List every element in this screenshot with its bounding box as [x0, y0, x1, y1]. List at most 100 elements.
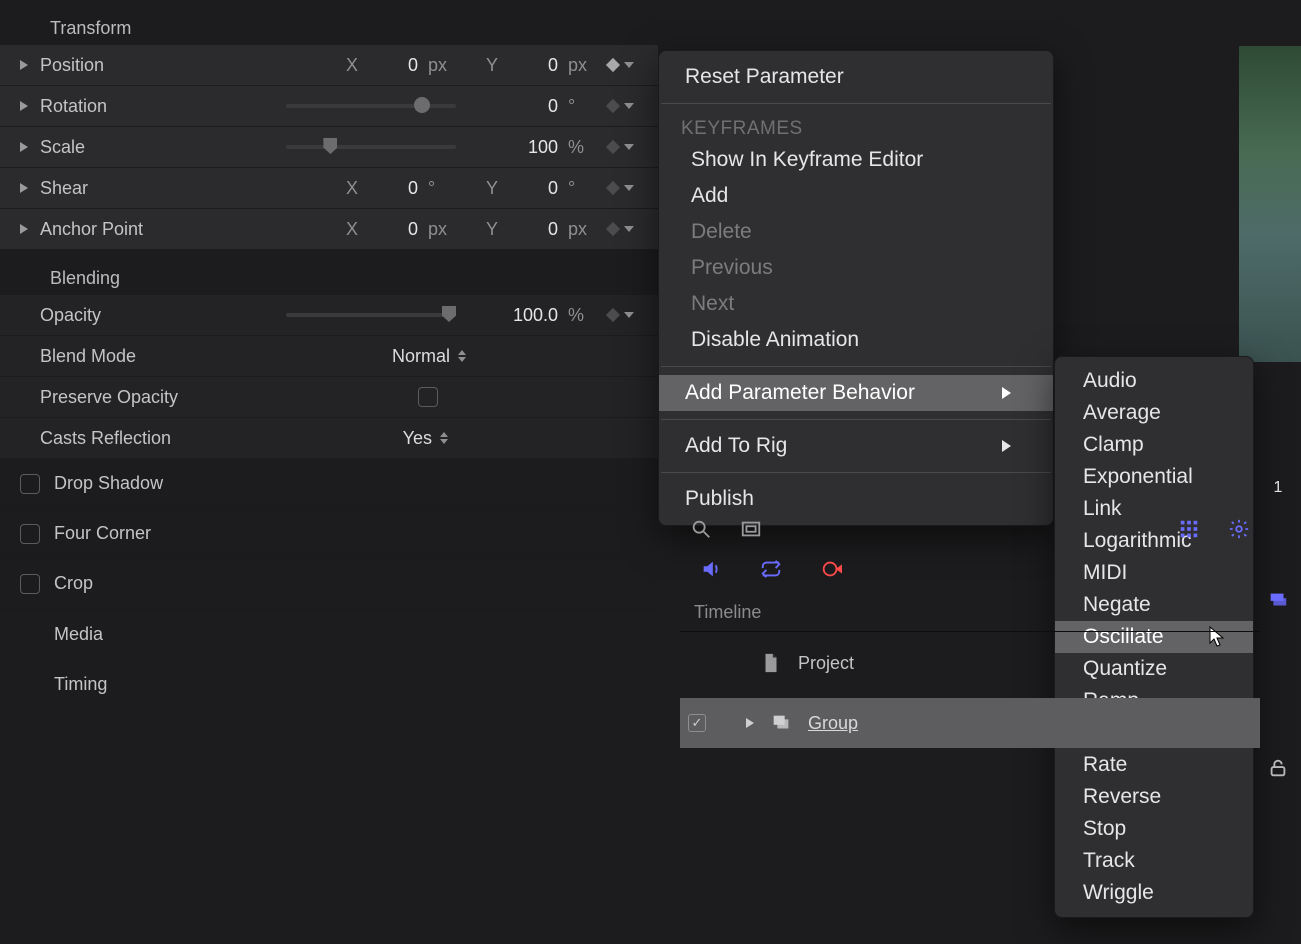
- document-icon: [760, 652, 782, 674]
- row-preserve-opacity[interactable]: Preserve Opacity: [0, 377, 658, 418]
- blendmode-select[interactable]: Normal: [392, 346, 466, 367]
- row-position[interactable]: Position X 0 px Y 0 px: [0, 45, 658, 86]
- behavior-track[interactable]: Track: [1055, 845, 1253, 877]
- loop-icon[interactable]: [760, 558, 782, 580]
- anchor-y-unit: px: [568, 219, 596, 240]
- menu-add-keyframe[interactable]: Add: [659, 178, 1053, 214]
- menu-add-to-rig[interactable]: Add To Rig: [659, 428, 1053, 464]
- frame-number: 1: [1274, 479, 1283, 497]
- chevron-down-icon[interactable]: [624, 144, 634, 150]
- four-corner-checkbox[interactable]: [20, 524, 40, 544]
- row-blendmode[interactable]: Blend Mode Normal: [0, 336, 658, 377]
- audio-icon[interactable]: [700, 558, 722, 580]
- behavior-exponential[interactable]: Exponential: [1055, 461, 1253, 493]
- behavior-wriggle[interactable]: Wriggle: [1055, 877, 1253, 909]
- preserve-opacity-checkbox[interactable]: [418, 387, 438, 407]
- position-y-unit: px: [568, 55, 596, 76]
- keyframe-icon[interactable]: [606, 222, 620, 236]
- label-timing: Timing: [54, 674, 107, 695]
- keyframe-icon[interactable]: [606, 181, 620, 195]
- axis-x-label: X: [344, 178, 360, 199]
- gear-icon[interactable]: [1228, 518, 1250, 540]
- behavior-average[interactable]: Average: [1055, 397, 1253, 429]
- position-x-unit: px: [428, 55, 456, 76]
- keyframe-icon[interactable]: [606, 58, 620, 72]
- row-rotation[interactable]: Rotation 0 °: [0, 86, 658, 127]
- behavior-clamp[interactable]: Clamp: [1055, 429, 1253, 461]
- rotation-unit: °: [568, 96, 596, 117]
- disclosure-icon[interactable]: [20, 183, 28, 193]
- anchor-x-value[interactable]: 0: [370, 219, 418, 240]
- parameter-context-menu[interactable]: Reset Parameter KEYFRAMES Show In Keyfra…: [658, 50, 1054, 526]
- timeline-panel: Timeline Project ✓ Group: [680, 508, 1260, 748]
- fit-to-window-icon[interactable]: [740, 518, 762, 540]
- behavior-label: Exponential: [1083, 465, 1193, 488]
- disclosure-icon[interactable]: [20, 60, 28, 70]
- disclosure-icon[interactable]: [746, 718, 754, 728]
- row-drop-shadow[interactable]: Drop Shadow: [0, 459, 658, 509]
- row-opacity[interactable]: Opacity 100.0 %: [0, 295, 658, 336]
- behavior-reverse[interactable]: Reverse: [1055, 781, 1253, 813]
- behavior-rate[interactable]: Rate: [1055, 749, 1253, 781]
- shear-y-value[interactable]: 0: [510, 178, 558, 199]
- opacity-slider[interactable]: [286, 313, 456, 317]
- behavior-audio[interactable]: Audio: [1055, 365, 1253, 397]
- position-y-value[interactable]: 0: [510, 55, 558, 76]
- drop-shadow-checkbox[interactable]: [20, 474, 40, 494]
- row-scale[interactable]: Scale 100 %: [0, 127, 658, 168]
- lock-icon[interactable]: [1267, 757, 1289, 779]
- keyframe-icon[interactable]: [606, 140, 620, 154]
- behavior-label: Wriggle: [1083, 881, 1154, 904]
- row-four-corner[interactable]: Four Corner: [0, 509, 658, 559]
- menu-disable-animation[interactable]: Disable Animation: [659, 322, 1053, 358]
- behavior-stop[interactable]: Stop: [1055, 813, 1253, 845]
- scale-slider[interactable]: [286, 145, 456, 149]
- section-blending-title: Blending: [0, 268, 658, 295]
- chevron-down-icon[interactable]: [624, 103, 634, 109]
- crop-checkbox[interactable]: [20, 574, 40, 594]
- chevron-down-icon[interactable]: [624, 312, 634, 318]
- row-timing[interactable]: Timing: [0, 659, 658, 709]
- disclosure-icon[interactable]: [20, 101, 28, 111]
- layers-stack-icon[interactable]: [1267, 589, 1289, 611]
- shear-x-value[interactable]: 0: [370, 178, 418, 199]
- updown-icon: [458, 350, 466, 362]
- menu-add-to-rig-label: Add To Rig: [685, 434, 787, 458]
- keyframe-icon[interactable]: [606, 308, 620, 322]
- anchor-y-value[interactable]: 0: [510, 219, 558, 240]
- axis-y-label: Y: [484, 55, 500, 76]
- timeline-project-label: Project: [798, 653, 854, 674]
- menu-add-parameter-behavior[interactable]: Add Parameter Behavior: [659, 375, 1053, 411]
- axis-y-label: Y: [484, 178, 500, 199]
- casts-reflection-select[interactable]: Yes: [403, 428, 448, 449]
- row-crop[interactable]: Crop: [0, 559, 658, 609]
- opacity-value[interactable]: 100.0: [510, 305, 558, 326]
- timeline-group-row[interactable]: ✓ Group: [680, 698, 1260, 748]
- chevron-down-icon[interactable]: [624, 226, 634, 232]
- timeline-project-row[interactable]: Project: [680, 638, 1260, 688]
- search-icon[interactable]: [690, 518, 712, 540]
- anchor-x-unit: px: [428, 219, 456, 240]
- rotation-slider[interactable]: [286, 104, 456, 108]
- behavior-label: Audio: [1083, 369, 1137, 392]
- behavior-label: Stop: [1083, 817, 1126, 840]
- layers-icon: [770, 712, 792, 734]
- row-anchor[interactable]: Anchor Point X 0 px Y 0 px: [0, 209, 658, 250]
- record-icon[interactable]: [820, 558, 842, 580]
- disclosure-icon[interactable]: [20, 142, 28, 152]
- row-shear[interactable]: Shear X 0 ° Y 0 °: [0, 168, 658, 209]
- position-x-value[interactable]: 0: [370, 55, 418, 76]
- group-visible-checkbox[interactable]: ✓: [688, 714, 706, 732]
- row-casts-reflection[interactable]: Casts Reflection Yes: [0, 418, 658, 459]
- rotation-value[interactable]: 0: [510, 96, 558, 117]
- disclosure-icon[interactable]: [20, 224, 28, 234]
- chevron-down-icon[interactable]: [624, 62, 634, 68]
- filters-hud-icon[interactable]: [1178, 518, 1200, 540]
- keyframe-icon[interactable]: [606, 99, 620, 113]
- label-casts-reflection: Casts Reflection: [40, 428, 190, 449]
- chevron-down-icon[interactable]: [624, 185, 634, 191]
- menu-reset-parameter[interactable]: Reset Parameter: [659, 59, 1053, 95]
- scale-value[interactable]: 100: [510, 137, 558, 158]
- menu-show-in-keyframe-editor[interactable]: Show In Keyframe Editor: [659, 142, 1053, 178]
- row-media[interactable]: Media: [0, 609, 658, 659]
